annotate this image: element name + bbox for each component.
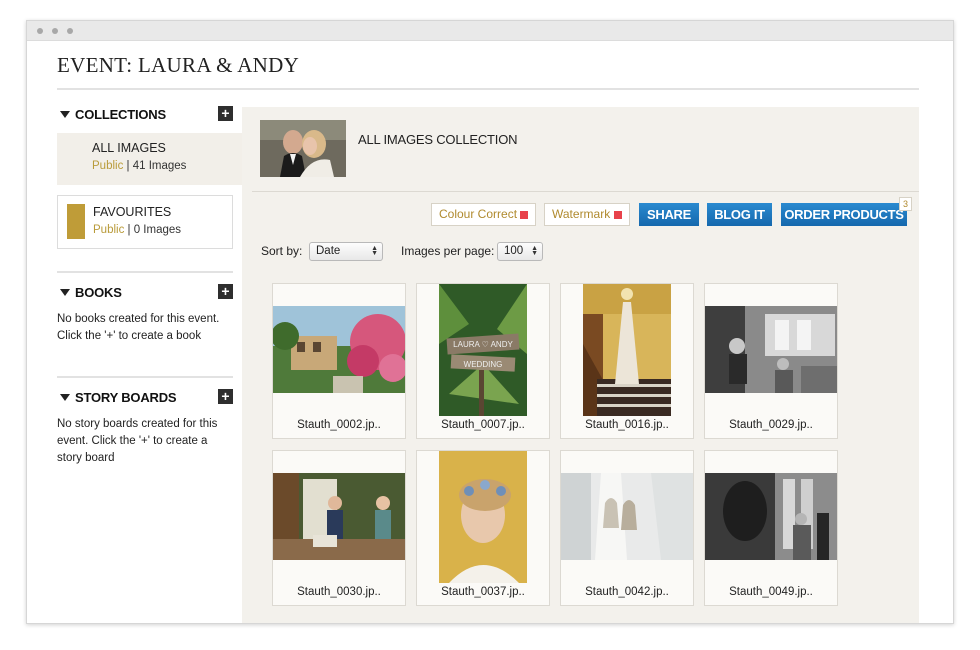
red-square-icon (614, 211, 622, 219)
add-storyboard-plus-icon[interactable]: + (218, 389, 233, 404)
select-arrows-icon: ▲ ▼ (371, 245, 378, 257)
image-thumbnail[interactable] (561, 473, 693, 560)
image-tile[interactable]: Stauth_0002.jp.. (272, 283, 406, 439)
collection-cover-thumbnail (260, 120, 346, 177)
image-thumbnail[interactable]: LAURA ♡ ANDY WEDDING (439, 284, 527, 416)
order-products-button[interactable]: ORDER PRODUCTS (781, 203, 907, 226)
storyboards-section: STORY BOARDS + No story boards created f… (57, 388, 233, 464)
collection-meta: Public | 41 Images (92, 160, 187, 172)
image-tile[interactable]: Stauth_0042.jp.. (560, 450, 694, 606)
collection-panel: ALL IMAGES COLLECTION Colour Correct Wat… (242, 107, 919, 623)
colour-correct-button[interactable]: Colour Correct (431, 203, 536, 226)
add-collection-plus-icon[interactable]: + (218, 106, 233, 121)
image-filename: Stauth_0030.jp.. (297, 586, 381, 598)
section-divider (57, 376, 233, 378)
image-thumbnail[interactable] (705, 473, 837, 560)
sort-by-value: Date (316, 245, 341, 257)
image-filename: Stauth_0016.jp.. (585, 419, 669, 431)
title-divider (57, 88, 919, 90)
images-per-page-select[interactable]: 100 ▲ ▼ (497, 242, 543, 261)
image-filename: Stauth_0029.jp.. (729, 419, 813, 431)
svg-text:LAURA ♡ ANDY: LAURA ♡ ANDY (453, 340, 513, 349)
books-header[interactable]: BOOKS + (57, 283, 233, 303)
collections-header[interactable]: COLLECTIONS + (57, 105, 233, 125)
select-arrows-icon: ▲ ▼ (531, 245, 538, 257)
image-filename: Stauth_0049.jp.. (729, 586, 813, 598)
image-tile[interactable]: LAURA ♡ ANDY WEDDING Stauth_0007.jp.. (416, 283, 550, 439)
image-thumbnail[interactable] (439, 451, 527, 583)
collection-all-images[interactable]: ALL IMAGES Public | 41 Images (57, 133, 243, 185)
add-book-plus-icon[interactable]: + (218, 284, 233, 299)
image-filename: Stauth_0037.jp.. (441, 586, 525, 598)
red-square-icon (520, 211, 528, 219)
collection-name: ALL IMAGES (92, 141, 166, 155)
image-tile[interactable]: Stauth_0037.jp.. (416, 450, 550, 606)
share-button[interactable]: SHARE (639, 203, 699, 226)
books-label: BOOKS (75, 285, 122, 300)
image-thumbnail[interactable] (705, 306, 837, 393)
storyboards-header[interactable]: STORY BOARDS + (57, 388, 233, 408)
image-filename: Stauth_0042.jp.. (585, 586, 669, 598)
watermark-button[interactable]: Watermark (544, 203, 630, 226)
window-dot-icon (37, 28, 43, 34)
collection-favourites[interactable]: FAVOURITES Public | 0 Images (57, 195, 233, 249)
svg-text:WEDDING: WEDDING (464, 360, 503, 369)
collection-color-swatch (67, 204, 85, 239)
window-titlebar (27, 21, 953, 41)
watermark-label: Watermark (552, 207, 611, 221)
sidebar: COLLECTIONS + ALL IMAGES Public | 41 Ima… (57, 105, 243, 464)
collapse-triangle-icon[interactable] (60, 111, 70, 118)
collapse-triangle-icon[interactable] (60, 394, 70, 401)
order-count-badge: 3 (899, 197, 912, 211)
storyboards-label: STORY BOARDS (75, 390, 177, 405)
image-filename: Stauth_0007.jp.. (441, 419, 525, 431)
collapse-triangle-icon[interactable] (60, 289, 70, 296)
collections-label: COLLECTIONS (75, 107, 166, 122)
colour-correct-label: Colour Correct (439, 207, 518, 221)
blog-it-button[interactable]: BLOG IT (707, 203, 772, 226)
image-tile[interactable]: Stauth_0029.jp.. (704, 283, 838, 439)
books-empty-message: No books created for this event. Click t… (57, 313, 220, 342)
image-thumbnail[interactable] (273, 473, 405, 560)
sort-by-select[interactable]: Date ▲ ▼ (309, 242, 383, 261)
image-tile[interactable]: Stauth_0049.jp.. (704, 450, 838, 606)
visibility-link[interactable]: Public (93, 224, 124, 236)
window-dot-icon (52, 28, 58, 34)
page-title: EVENT: LAURA & ANDY (57, 53, 300, 77)
section-divider (57, 271, 233, 273)
sort-by-label: Sort by: (261, 244, 303, 258)
image-tile[interactable]: Stauth_0016.jp.. (560, 283, 694, 439)
image-tile[interactable]: Stauth_0030.jp.. (272, 450, 406, 606)
images-per-page-value: 100 (504, 245, 524, 257)
collection-name: FAVOURITES (93, 205, 172, 219)
visibility-link[interactable]: Public (92, 160, 123, 172)
window-dot-icon (67, 28, 73, 34)
image-count: 41 Images (132, 160, 187, 172)
image-count: 0 Images (133, 224, 182, 236)
collection-title: ALL IMAGES COLLECTION (358, 132, 518, 147)
browser-window: EVENT: LAURA & ANDY COLLECTIONS + ALL IM… (26, 20, 954, 624)
image-thumbnail[interactable] (273, 306, 405, 393)
books-section: BOOKS + No books created for this event.… (57, 283, 233, 342)
panel-divider (252, 191, 919, 192)
collection-meta: Public | 0 Images (93, 224, 182, 236)
image-thumbnail[interactable] (583, 284, 671, 416)
storyboards-empty-message: No story boards created for this event. … (57, 418, 218, 464)
image-filename: Stauth_0002.jp.. (297, 419, 381, 431)
images-per-page-label: Images per page: (401, 244, 495, 258)
